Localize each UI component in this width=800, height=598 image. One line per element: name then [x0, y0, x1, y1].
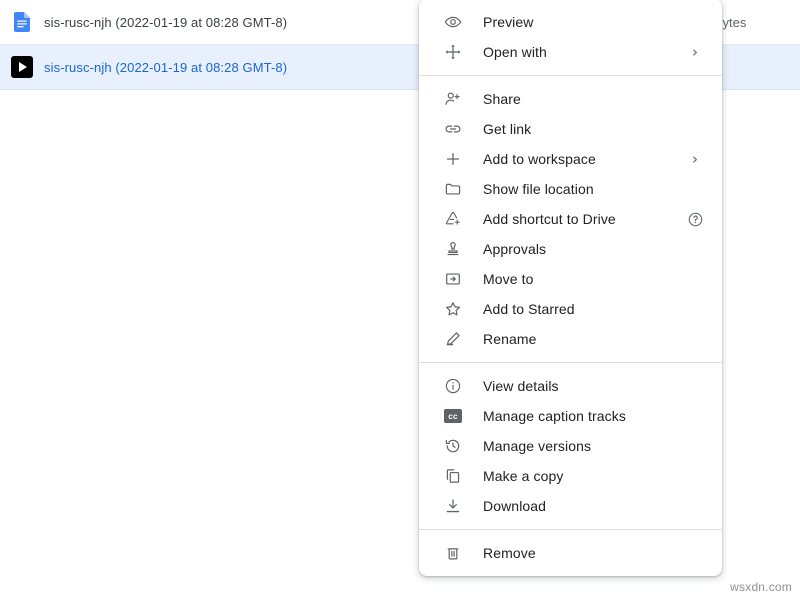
menu-item-label: Share: [483, 91, 684, 107]
folder-move-icon: [441, 270, 465, 288]
approval-stamp-icon: [441, 240, 465, 258]
drive-shortcut-add-icon: [441, 210, 465, 228]
menu-item-get-link[interactable]: Get link: [419, 114, 722, 144]
menu-item-show-file-location[interactable]: Show file location: [419, 174, 722, 204]
cc-badge: cc: [444, 409, 462, 423]
menu-item-manage-versions[interactable]: Manage versions: [419, 431, 722, 461]
context-menu: Preview Open with ›: [419, 0, 722, 576]
plus-icon: [441, 150, 465, 168]
menu-group-open: Preview Open with ›: [419, 7, 722, 67]
menu-item-open-with[interactable]: Open with ›: [419, 37, 722, 67]
closed-caption-icon: cc: [441, 409, 465, 423]
menu-item-label: Make a copy: [483, 468, 684, 484]
watermark: wsxdn.com: [730, 580, 792, 594]
link-icon: [441, 120, 465, 138]
eye-icon: [441, 13, 465, 31]
file-type-icon-cell: [0, 12, 44, 32]
menu-item-approvals[interactable]: Approvals: [419, 234, 722, 264]
chevron-right-icon: ›: [684, 45, 706, 60]
menu-item-share[interactable]: Share: [419, 84, 722, 114]
menu-divider: [419, 529, 722, 530]
menu-item-add-to-starred[interactable]: Add to Starred: [419, 294, 722, 324]
menu-item-label: Add to Starred: [483, 301, 684, 317]
menu-item-label: Add shortcut to Drive: [483, 211, 684, 227]
trash-icon: [441, 544, 465, 562]
menu-item-label: Remove: [483, 545, 684, 561]
folder-icon: [441, 180, 465, 198]
google-docs-icon: [14, 12, 30, 32]
person-add-icon: [441, 90, 465, 108]
video-file-icon: [11, 56, 33, 78]
menu-item-label: Rename: [483, 331, 684, 347]
menu-divider: [419, 75, 722, 76]
star-outline-icon: [441, 300, 465, 318]
menu-item-rename[interactable]: Rename: [419, 324, 722, 354]
menu-item-label: Show file location: [483, 181, 684, 197]
menu-item-label: Download: [483, 498, 684, 514]
menu-item-label: Get link: [483, 121, 684, 137]
menu-item-manage-caption-tracks[interactable]: cc Manage caption tracks: [419, 401, 722, 431]
menu-item-label: Manage versions: [483, 438, 684, 454]
menu-item-preview[interactable]: Preview: [419, 7, 722, 37]
download-icon: [441, 497, 465, 515]
help-circle-icon[interactable]: [684, 211, 706, 228]
menu-group-organize: Share Get link Add to workspace ›: [419, 84, 722, 354]
menu-group-remove: Remove: [419, 538, 722, 568]
menu-item-label: Add to workspace: [483, 151, 684, 167]
menu-item-add-to-workspace[interactable]: Add to workspace ›: [419, 144, 722, 174]
menu-item-download[interactable]: Download: [419, 491, 722, 521]
menu-item-label: View details: [483, 378, 684, 394]
menu-item-label: Manage caption tracks: [483, 408, 684, 424]
copy-icon: [441, 467, 465, 485]
menu-item-make-a-copy[interactable]: Make a copy: [419, 461, 722, 491]
menu-item-label: Preview: [483, 14, 684, 30]
history-clock-icon: [441, 437, 465, 455]
menu-item-remove[interactable]: Remove: [419, 538, 722, 568]
info-circle-icon: [441, 377, 465, 395]
menu-divider: [419, 362, 722, 363]
menu-item-label: Open with: [483, 44, 684, 60]
play-triangle-icon: [19, 62, 27, 72]
menu-item-add-shortcut-to-drive[interactable]: Add shortcut to Drive: [419, 204, 722, 234]
menu-item-view-details[interactable]: View details: [419, 371, 722, 401]
menu-item-label: Move to: [483, 271, 684, 287]
menu-group-file-actions: View details cc Manage caption tracks Ma…: [419, 371, 722, 521]
menu-item-label: Approvals: [483, 241, 684, 257]
chevron-right-icon: ›: [684, 152, 706, 167]
file-type-icon-cell: [0, 56, 44, 78]
pencil-icon: [441, 330, 465, 348]
open-with-arrows-icon: [441, 43, 465, 61]
menu-item-move-to[interactable]: Move to: [419, 264, 722, 294]
